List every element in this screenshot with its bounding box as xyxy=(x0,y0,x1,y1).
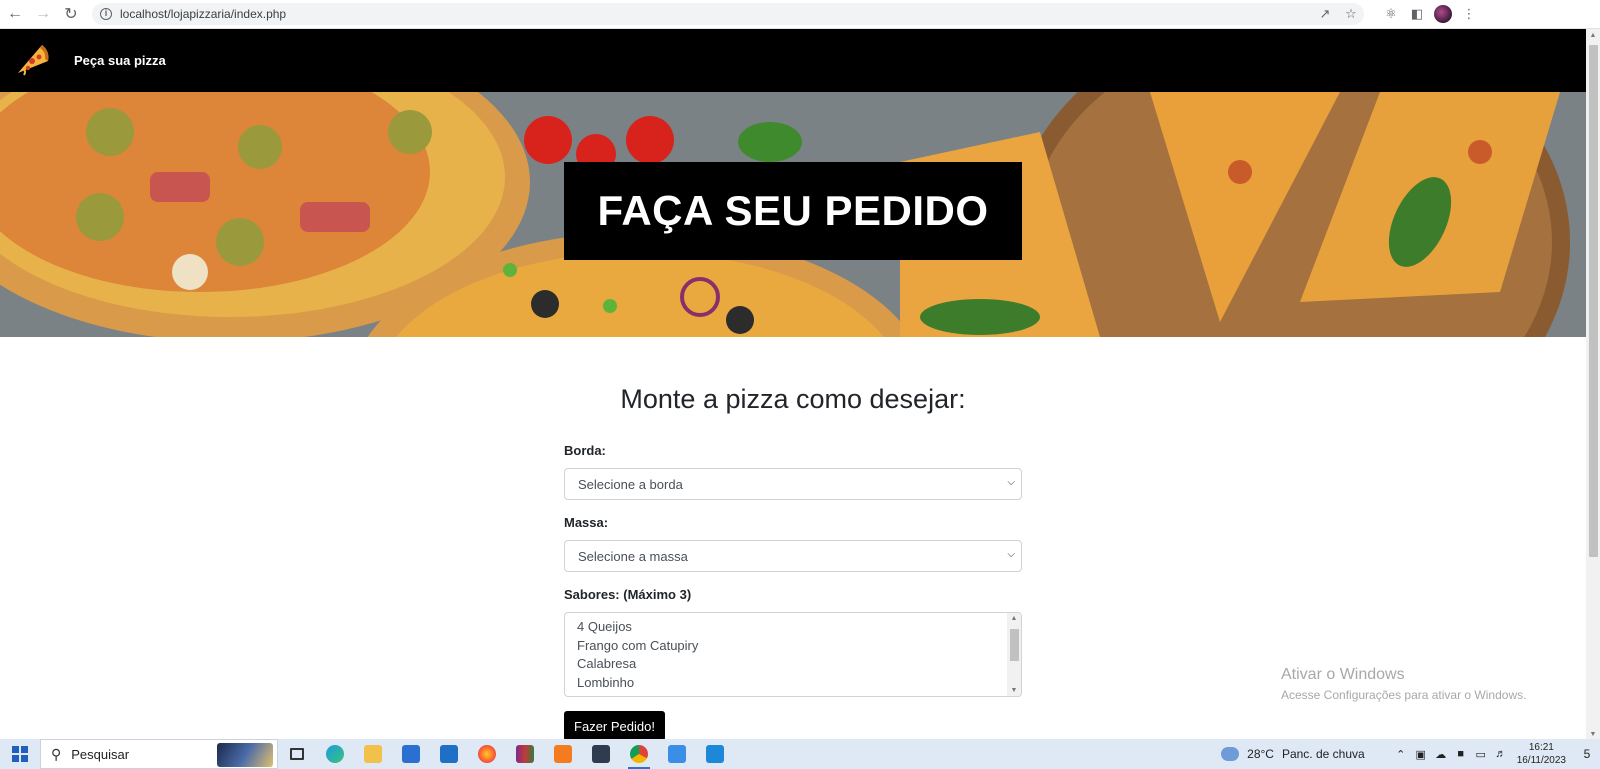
microsoft-store-icon[interactable] xyxy=(392,739,430,769)
scrollbar-thumb[interactable] xyxy=(1010,629,1019,661)
rain-cloud-icon xyxy=(1221,747,1240,761)
paint-icon[interactable] xyxy=(658,739,696,769)
taskbar-search[interactable]: ⚲ Pesquisar xyxy=(40,739,278,769)
address-bar[interactable]: i localhost/lojapizzaria/index.php ↗ ☆ xyxy=(92,3,1364,25)
hero-title: FAÇA SEU PEDIDO xyxy=(597,187,989,234)
chrome-icon[interactable] xyxy=(620,739,658,769)
notification-center-icon[interactable]: 5 xyxy=(1574,739,1600,769)
chevron-down-icon: ⌵ xyxy=(1007,549,1015,560)
task-view-icon[interactable] xyxy=(278,739,316,769)
hero-title-box: FAÇA SEU PEDIDO xyxy=(564,162,1022,260)
system-tray: 28°C Panc. de chuva ⌃ ▣ ☁ ■ ▭ ♬ 16:21 16… xyxy=(1221,739,1600,769)
list-item[interactable]: Calabresa xyxy=(577,655,1021,674)
form-title: Monte a pizza como desejar: xyxy=(620,384,966,414)
massa-group: Massa: xyxy=(564,515,1022,530)
sabores-listbox[interactable]: 4 Queijos Frango com Catupiry Calabresa … xyxy=(564,612,1022,697)
weather-temp: 28°C xyxy=(1247,747,1274,761)
reload-icon[interactable]: ↻ xyxy=(58,2,84,26)
weather-text: Panc. de chuva xyxy=(1281,747,1365,761)
side-panel-icon[interactable]: ◧ xyxy=(1404,2,1430,26)
borda-select-value[interactable]: Selecione a borda xyxy=(578,477,683,492)
vscode-icon[interactable] xyxy=(696,739,734,769)
pizza-logo-icon[interactable] xyxy=(12,41,52,81)
windows-taskbar: ⚲ Pesquisar 28°C Panc. de chuva ⌃ ▣ ☁ ■ … xyxy=(0,739,1600,769)
notification-count: 5 xyxy=(1583,747,1591,761)
watermark-subtitle: Acesse Configurações para ativar o Windo… xyxy=(1281,688,1527,702)
sabores-label: Sabores: (Máximo 3) xyxy=(564,587,692,602)
page-scrollbar-thumb[interactable] xyxy=(1589,45,1598,557)
list-item[interactable]: Lombinho xyxy=(577,674,1021,693)
clock-date: 16/11/2023 xyxy=(1516,755,1566,766)
browser-toolbar: ← → ↻ i localhost/lojapizzaria/index.php… xyxy=(0,0,1600,29)
scroll-down-icon[interactable]: ▼ xyxy=(1007,687,1021,694)
hero-banner: FAÇA SEU PEDIDO xyxy=(0,92,1586,337)
search-icon: ⚲ xyxy=(51,745,62,762)
winrar-icon[interactable] xyxy=(506,739,544,769)
browser-menu-icon[interactable]: ⋮ xyxy=(1456,2,1482,26)
scroll-up-icon[interactable]: ▲ xyxy=(1586,32,1600,39)
page-scrollbar[interactable]: ▲ ▼ xyxy=(1586,29,1600,741)
share-icon[interactable]: ↗ xyxy=(1312,6,1338,22)
volume-icon[interactable]: ♬ xyxy=(1491,748,1511,760)
scroll-up-icon[interactable]: ▲ xyxy=(1007,615,1021,622)
sublime-text-icon[interactable] xyxy=(582,739,620,769)
firefox-icon[interactable] xyxy=(468,739,506,769)
xampp-icon[interactable] xyxy=(544,739,582,769)
taskbar-clock[interactable]: 16:21 16/11/2023 xyxy=(1517,741,1566,767)
weather-widget[interactable]: 28°C Panc. de chuva xyxy=(1221,747,1373,761)
watermark-title: Ativar o Windows xyxy=(1281,666,1405,683)
forward-arrow-icon[interactable]: → xyxy=(30,2,56,26)
bookmark-star-icon[interactable]: ☆ xyxy=(1338,6,1364,22)
edge-icon[interactable] xyxy=(316,739,354,769)
listbox-scrollbar[interactable]: ▲ ▼ xyxy=(1007,613,1021,696)
massa-select-value[interactable]: Selecione a massa xyxy=(578,549,688,564)
network-icon[interactable]: ▭ xyxy=(1471,748,1491,761)
clock-time: 16:21 xyxy=(1528,742,1554,753)
borda-group: Borda: xyxy=(564,443,1022,458)
security-icon[interactable]: ■ xyxy=(1451,748,1471,760)
scroll-down-icon[interactable]: ▼ xyxy=(1586,731,1600,738)
chevron-up-icon[interactable]: ⌃ xyxy=(1391,748,1411,761)
massa-select[interactable]: Selecione a massa ⌵ xyxy=(564,540,1022,572)
cloud-icon[interactable]: ☁ xyxy=(1431,748,1451,761)
mail-icon[interactable] xyxy=(430,739,468,769)
file-explorer-icon[interactable] xyxy=(354,739,392,769)
list-item[interactable]: Frango com Catupiry xyxy=(577,637,1021,656)
borda-select[interactable]: Selecione a borda ⌵ xyxy=(564,468,1022,500)
extensions-puzzle-icon[interactable]: ⚛ xyxy=(1378,2,1404,26)
profile-avatar[interactable] xyxy=(1430,2,1456,26)
massa-label: Massa: xyxy=(564,515,609,530)
screen: ← → ↻ i localhost/lojapizzaria/index.php… xyxy=(0,0,1600,769)
windows-activation-watermark: Ativar o Windows Acesse Configurações pa… xyxy=(1281,666,1526,702)
list-item[interactable]: 4 Queijos xyxy=(577,618,1021,637)
sabores-group: Sabores: (Máximo 3) xyxy=(564,587,1022,602)
address-bar-url[interactable]: localhost/lojapizzaria/index.php xyxy=(120,7,1312,21)
windows-start-icon[interactable] xyxy=(0,739,40,769)
meet-icon[interactable]: ▣ xyxy=(1411,748,1431,761)
taskbar-search-placeholder[interactable]: Pesquisar xyxy=(71,747,129,762)
back-arrow-icon[interactable]: ← xyxy=(2,2,28,26)
search-highlight-image xyxy=(217,743,273,767)
brand-name[interactable]: Peça sua pizza xyxy=(74,53,166,68)
site-info-icon[interactable]: i xyxy=(100,8,112,20)
site-navbar: Peça sua pizza xyxy=(0,29,1586,92)
borda-label: Borda: xyxy=(564,443,606,458)
fazer-pedido-button[interactable]: Fazer Pedido! xyxy=(564,711,665,741)
chevron-down-icon: ⌵ xyxy=(1007,477,1015,488)
